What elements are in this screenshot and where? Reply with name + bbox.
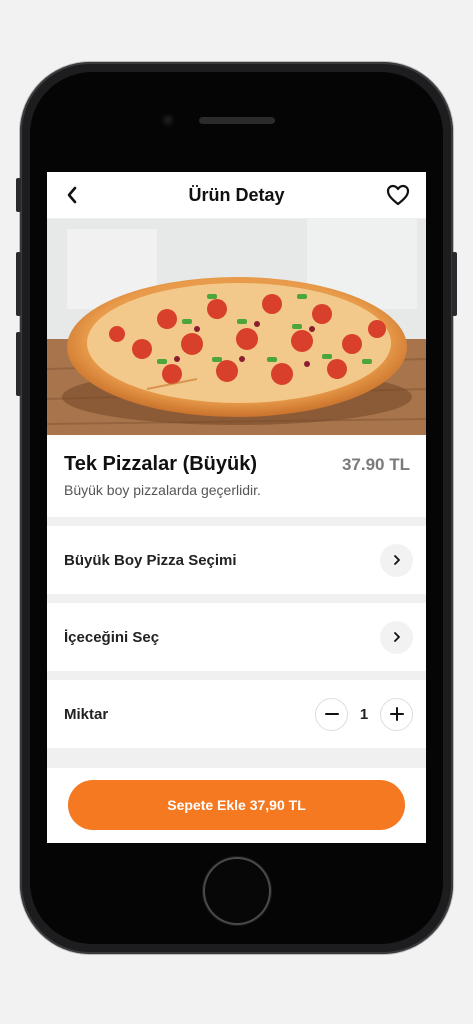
- plus-icon: [389, 707, 404, 721]
- product-description: Büyük boy pizzalarda geçerlidir.: [64, 482, 261, 498]
- favorite-button[interactable]: [386, 184, 410, 206]
- mute-switch: [16, 178, 21, 212]
- app-header: Ürün Detay: [47, 172, 426, 219]
- pizza-illustration: [47, 219, 426, 435]
- option-open-button[interactable]: [380, 620, 413, 654]
- quantity-value: 1: [359, 705, 369, 723]
- chevron-left-icon: [67, 186, 77, 204]
- product-price: 37.90 TL: [341, 454, 410, 474]
- product-info: Tek Pizzalar (Büyük) 37.90 TL Büyük boy …: [47, 435, 426, 517]
- app-screen: Ürün Detay Tek Pizzalar (Büyük) 37.90 TL…: [47, 172, 426, 843]
- home-button[interactable]: [203, 857, 271, 925]
- minus-icon: [324, 713, 339, 715]
- option-label: Büyük Boy Pizza Seçimi: [64, 551, 237, 569]
- front-camera: [162, 114, 174, 126]
- quantity-stepper: 1: [315, 697, 413, 731]
- power-button: [452, 252, 457, 316]
- option-label: İçeceğini Seç: [64, 628, 160, 646]
- add-to-cart-button[interactable]: Sepete Ekle 37,90 TL: [68, 780, 405, 830]
- quantity-label: Miktar: [64, 705, 109, 723]
- volume-down-button: [16, 332, 21, 396]
- increase-quantity-button[interactable]: [380, 697, 413, 731]
- product-name: Tek Pizzalar (Büyük): [64, 453, 258, 475]
- heart-icon: [386, 184, 410, 206]
- option-row-pizza-selection[interactable]: Büyük Boy Pizza Seçimi: [47, 526, 426, 594]
- page-title: Ürün Detay: [188, 184, 285, 205]
- quantity-row: Miktar 1: [47, 680, 426, 748]
- earpiece-speaker: [199, 117, 275, 124]
- chevron-right-icon: [393, 632, 400, 642]
- product-image: [47, 219, 426, 435]
- volume-up-button: [16, 252, 21, 316]
- decrease-quantity-button[interactable]: [315, 697, 348, 731]
- option-row-drink-selection[interactable]: İçeceğini Seç: [47, 603, 426, 671]
- option-open-button[interactable]: [380, 543, 413, 577]
- chevron-right-icon: [393, 555, 400, 565]
- bottom-bar: Sepete Ekle 37,90 TL: [47, 768, 426, 843]
- back-button[interactable]: [61, 184, 83, 206]
